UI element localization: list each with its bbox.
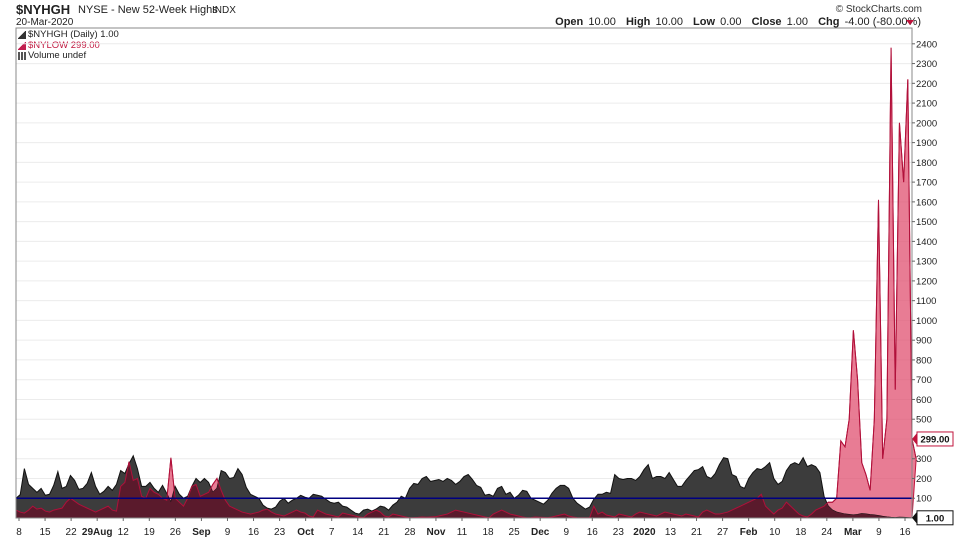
y-tick-label: 700 <box>916 375 932 386</box>
series-line-lows <box>15 47 917 519</box>
y-tick-label: 100 <box>916 494 932 505</box>
x-tick-label: 10 <box>769 527 781 538</box>
x-tick-label: 16 <box>587 527 599 538</box>
x-tick-label: 22 <box>66 527 78 538</box>
x-tick-label: 21 <box>691 527 703 538</box>
x-tick-label: 18 <box>795 527 807 538</box>
x-tick-label: 25 <box>509 527 521 538</box>
x-tick-label: Sep <box>192 527 210 538</box>
x-tick-label: 18 <box>482 527 494 538</box>
x-tick-label: 29Aug <box>82 527 113 538</box>
y-tick-label: 2300 <box>916 59 937 70</box>
x-tick-label: Dec <box>531 527 550 538</box>
y-tick-label: 800 <box>916 355 932 366</box>
x-tick-label: 12 <box>118 527 130 538</box>
x-tick-label: 19 <box>144 527 156 538</box>
y-tick-label: 1000 <box>916 316 937 327</box>
x-tick-label: 2020 <box>633 527 656 538</box>
plot-frame <box>15 27 913 519</box>
last-value-label: 1.00 <box>926 513 945 524</box>
y-tick-label: 1700 <box>916 178 937 189</box>
y-tick-label: 500 <box>916 415 932 426</box>
x-tick-label: 26 <box>170 527 182 538</box>
x-tick-label: 23 <box>274 527 286 538</box>
x-tick-label: 14 <box>352 527 364 538</box>
x-tick-label: 16 <box>899 527 911 538</box>
x-tick-label: 28 <box>404 527 416 538</box>
x-tick-label: 15 <box>39 527 51 538</box>
x-tick-label: 24 <box>821 527 833 538</box>
y-tick-label: 1800 <box>916 158 937 169</box>
y-tick-label: 2100 <box>916 99 937 110</box>
x-tick-label: 9 <box>563 527 569 538</box>
x-tick-label: Nov <box>426 527 445 538</box>
y-tick-label: 2200 <box>916 79 937 90</box>
x-tick-label: Mar <box>844 527 862 538</box>
x-tick-label: 8 <box>16 527 22 538</box>
y-tick-label: 1200 <box>916 276 937 287</box>
y-tick-label: 2400 <box>916 39 937 50</box>
x-tick-label: 27 <box>717 527 729 538</box>
x-tick-label: 13 <box>665 527 677 538</box>
x-tick-label: 9 <box>876 527 882 538</box>
x-tick-label: Feb <box>740 527 758 538</box>
y-tick-label: 300 <box>916 454 932 465</box>
x-tick-label: 9 <box>225 527 231 538</box>
chart-canvas: 1002003004005006007008009001000110012001… <box>15 27 954 538</box>
x-tick-label: 21 <box>378 527 390 538</box>
x-tick-label: 23 <box>613 527 625 538</box>
y-tick-label: 1900 <box>916 138 937 149</box>
y-tick-label: 200 <box>916 474 932 485</box>
y-tick-label: 1300 <box>916 257 937 268</box>
x-tick-label: 11 <box>457 527 468 538</box>
y-tick-label: 1600 <box>916 197 937 208</box>
y-tick-label: 1100 <box>916 296 936 307</box>
y-tick-label: 600 <box>916 395 932 406</box>
y-tick-label: 2000 <box>916 118 937 129</box>
y-tick-label: 1500 <box>916 217 937 228</box>
y-tick-label: 1400 <box>916 237 937 248</box>
series-area-lows <box>15 47 917 519</box>
x-tick-label: 16 <box>248 527 260 538</box>
x-tick-label: Oct <box>297 527 314 538</box>
x-tick-label: 7 <box>329 527 335 538</box>
last-value-label: 299.00 <box>920 434 949 445</box>
y-tick-label: 900 <box>916 336 932 347</box>
